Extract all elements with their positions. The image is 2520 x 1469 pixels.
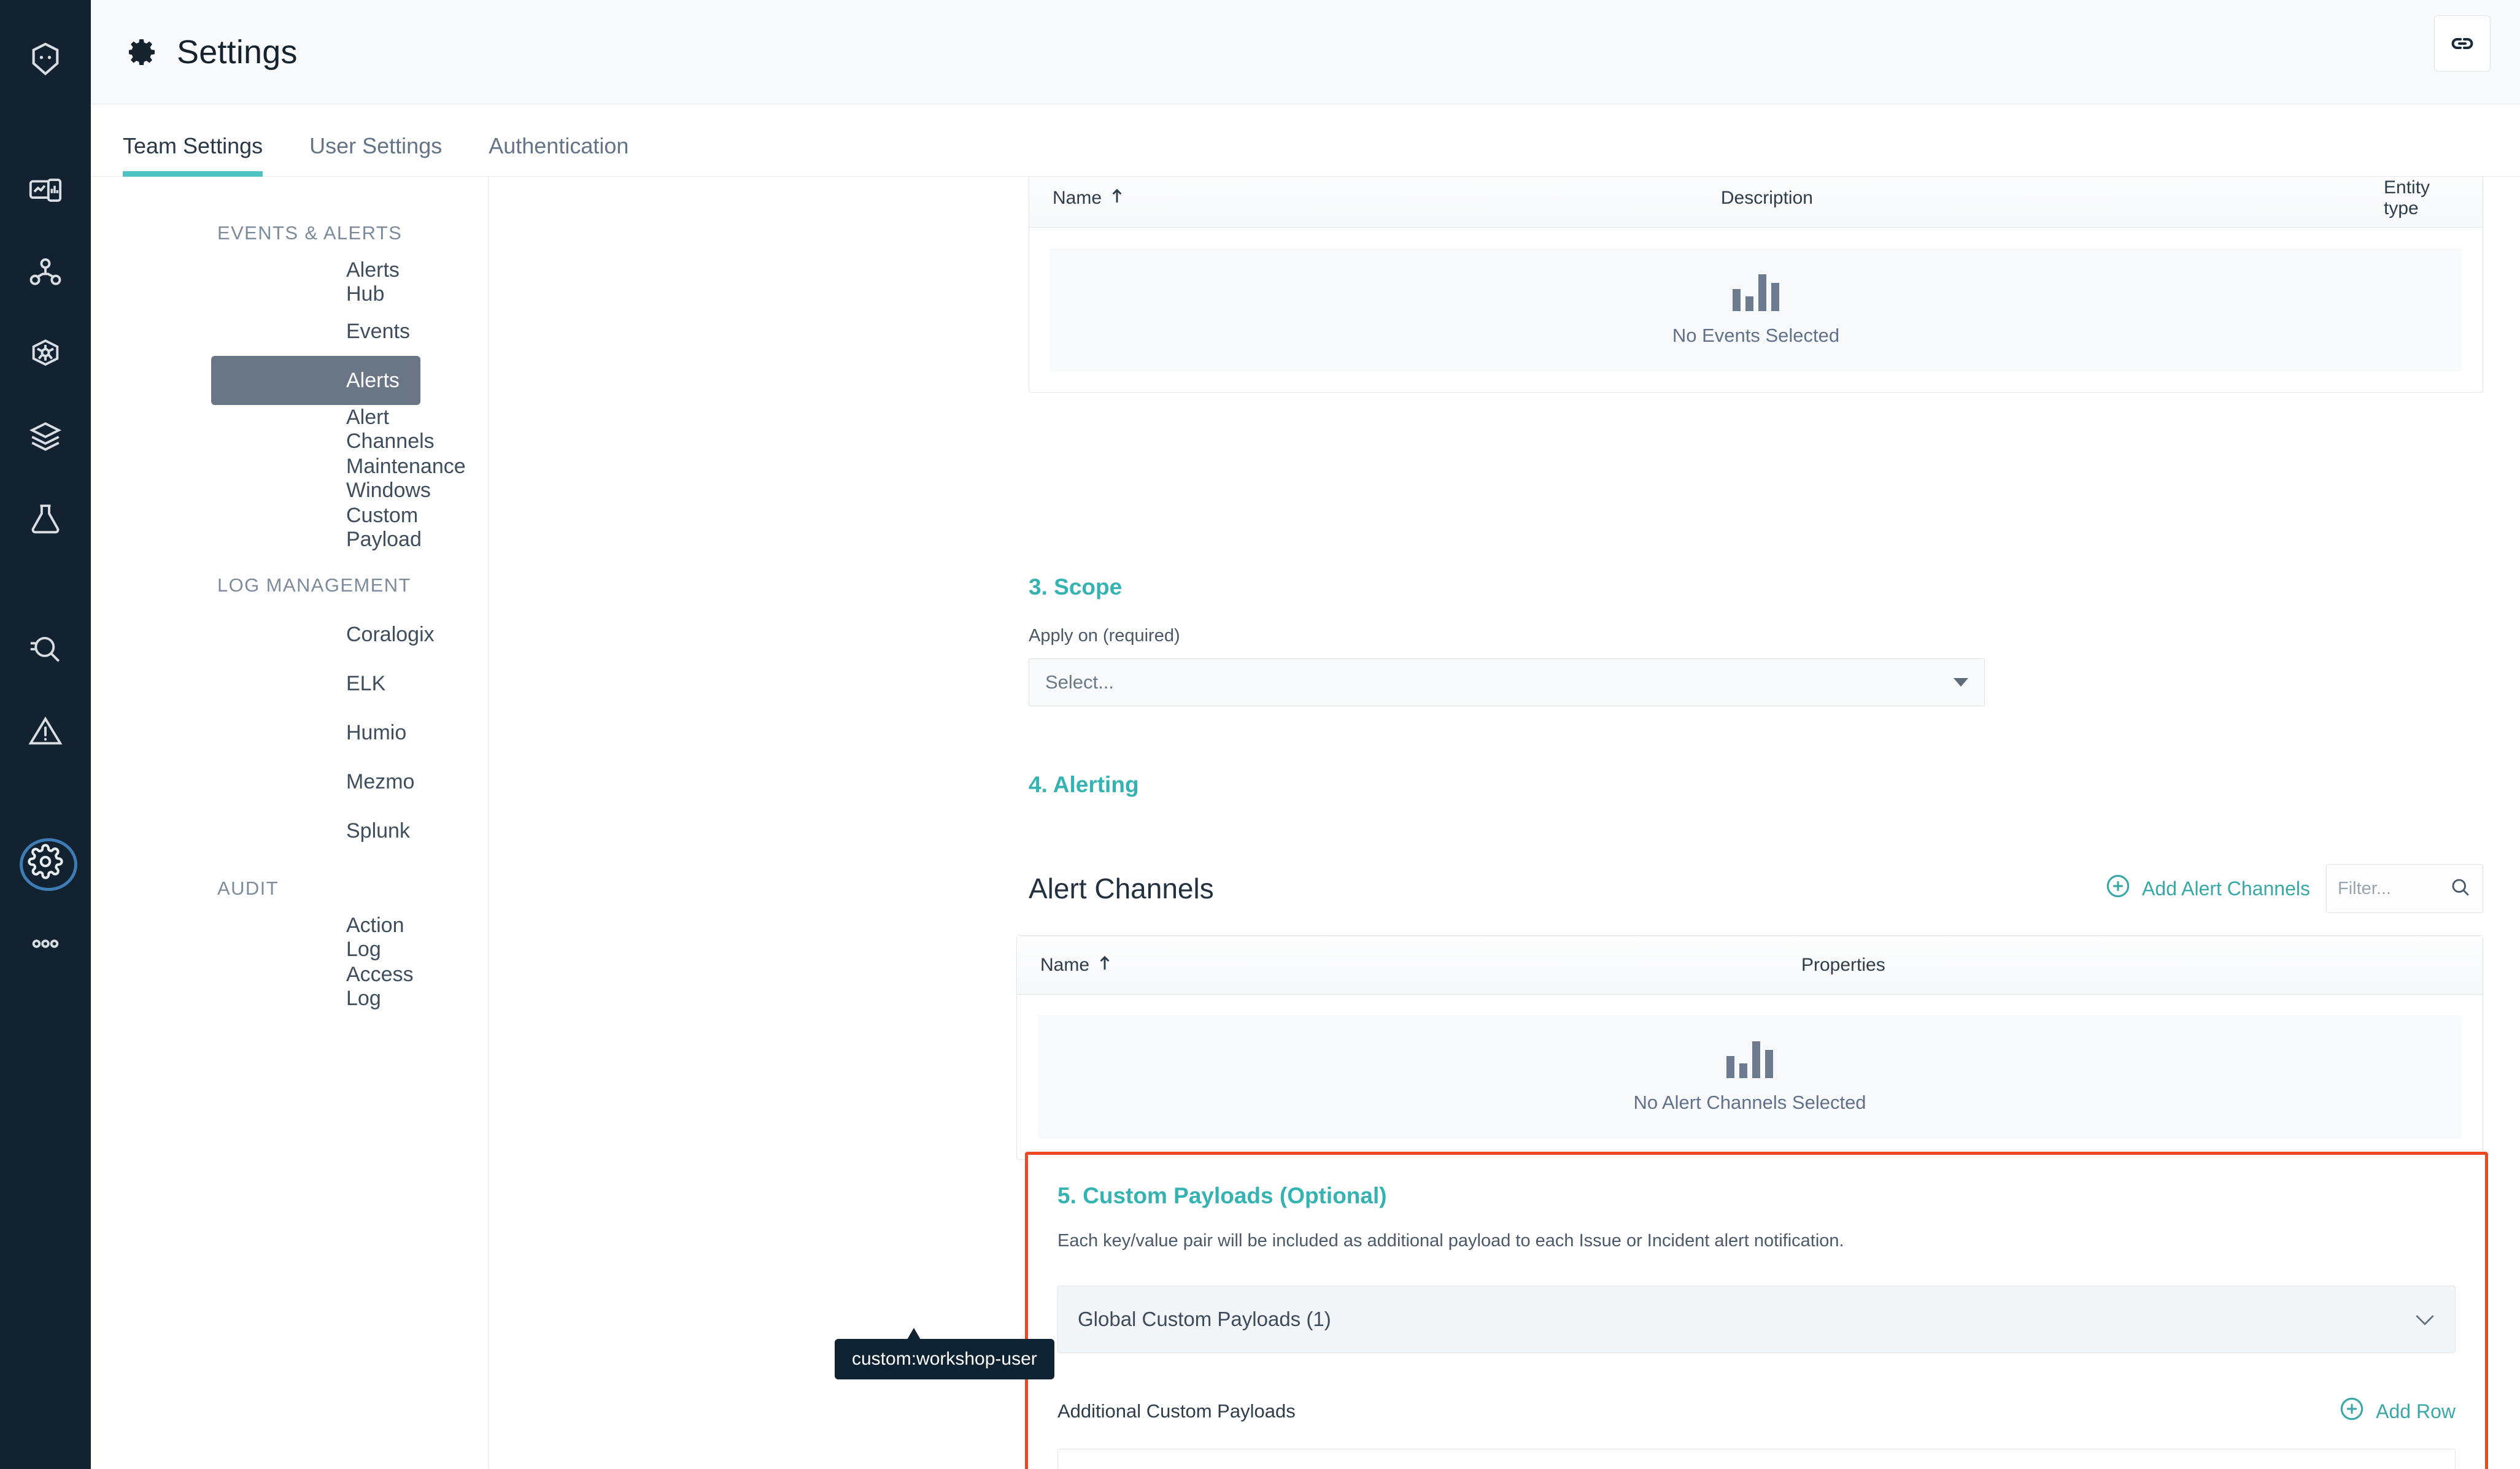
sidebar-item-alerts[interactable]: Alerts: [211, 356, 420, 405]
apply-on-select[interactable]: Select...: [1029, 658, 1985, 706]
plus-circle-icon: [2339, 1396, 2365, 1427]
events-table-header: Name Description Entity type: [1029, 177, 2483, 228]
dashboard-icon[interactable]: [18, 163, 72, 217]
main-region: Settings Team Settings User Settings Aut…: [91, 0, 2520, 1469]
custom-payloads-inner: 5. Custom Payloads (Optional) Each key/v…: [1028, 1155, 2485, 1469]
bar-chart-icon: [1726, 1040, 1773, 1078]
scope-heading: 3. Scope: [1029, 574, 1123, 600]
chevron-down-icon: [2414, 1308, 2435, 1330]
additional-custom-payloads-label: Additional Custom Payloads: [1057, 1400, 1296, 1422]
events-table: Name Description Entity type No Events S…: [1029, 177, 2483, 393]
global-custom-payloads-accordion[interactable]: Global Custom Payloads (1): [1057, 1286, 2456, 1353]
add-row-button[interactable]: Add Row: [2339, 1396, 2456, 1427]
app-window: Settings Team Settings User Settings Aut…: [0, 0, 2520, 1469]
alert-channels-header: Alert Channels Add Alert Channels Filter…: [1029, 864, 2520, 913]
alert-channels-table: Name Properties No Alert Channels Select…: [1016, 935, 2483, 1160]
sort-asc-icon: [1098, 955, 1111, 976]
tab-user-settings[interactable]: User Settings: [309, 133, 442, 176]
events-col-description: Description: [1720, 187, 1813, 208]
apply-on-label: Apply on (required): [1029, 626, 1180, 646]
bar-chart-icon: [1733, 273, 1779, 311]
settings-sidebar: EVENTS & ALERTS Alerts Hub Events Alerts…: [91, 177, 489, 1469]
more-dots-icon[interactable]: [18, 917, 72, 971]
flask-icon[interactable]: [18, 492, 72, 546]
add-row-label: Add Row: [2376, 1400, 2456, 1422]
alert-channels-empty-label: No Alert Channels Selected: [1633, 1092, 1866, 1113]
payload-col-key: Key: [1058, 1467, 1850, 1469]
custom-payloads-table: Key Value custom: workshop-user <your-na…: [1057, 1449, 2456, 1469]
sidebar-item-action-log[interactable]: Action Log: [211, 913, 420, 962]
events-empty-label: No Events Selected: [1672, 325, 1840, 346]
warning-triangle-icon[interactable]: [18, 704, 72, 758]
plus-circle-icon: [2105, 873, 2131, 904]
custom-payloads-table-header: Key Value: [1058, 1449, 2455, 1469]
settings-tabs: Team Settings User Settings Authenticati…: [91, 104, 2520, 177]
global-nav-rail: [0, 0, 91, 1469]
key-tooltip: custom:workshop-user: [835, 1328, 1054, 1379]
sidebar-item-coralogix[interactable]: Coralogix: [211, 610, 435, 659]
content-row: EVENTS & ALERTS Alerts Hub Events Alerts…: [91, 177, 2520, 1469]
sidebar-group-audit: AUDIT: [217, 877, 279, 899]
custom-payloads-section: 5. Custom Payloads (Optional) Each key/v…: [1025, 1152, 2488, 1469]
tab-authentication[interactable]: Authentication: [489, 133, 628, 176]
alerting-heading: 4. Alerting: [1029, 772, 1139, 797]
global-custom-payloads-label: Global Custom Payloads (1): [1078, 1308, 1331, 1330]
filter-placeholder: Filter...: [2338, 878, 2392, 898]
alert-channels-empty-state: No Alert Channels Selected: [1038, 1016, 2462, 1138]
alert-channels-title: Alert Channels: [1029, 873, 1214, 904]
search-icon[interactable]: [2449, 876, 2472, 901]
sidebar-item-splunk[interactable]: Splunk: [211, 806, 420, 855]
caret-down-icon: [1954, 678, 1968, 687]
sidebar-item-access-log[interactable]: Access Log: [211, 962, 420, 1011]
sidebar-item-maintenance-windows[interactable]: Maintenance Windows: [211, 454, 466, 503]
events-table-body: No Events Selected: [1029, 228, 2483, 392]
additional-custom-payloads-header: Additional Custom Payloads Add Row: [1057, 1396, 2456, 1427]
channels-col-properties: Properties: [1801, 954, 1885, 975]
link-icon[interactable]: [2434, 15, 2491, 72]
alert-form: Name Description Entity type No Events S…: [489, 177, 2520, 1469]
channels-col-name[interactable]: Name: [1040, 955, 1801, 976]
search-analyze-icon[interactable]: [18, 622, 72, 676]
apply-on-value: Select...: [1045, 671, 1114, 693]
payload-col-value: Value: [1850, 1467, 1896, 1469]
sidebar-group-log-management: LOG MANAGEMENT: [217, 574, 411, 596]
services-icon[interactable]: [18, 245, 72, 299]
alert-channels-table-header: Name Properties: [1017, 936, 2483, 995]
top-bar: Settings: [91, 0, 2520, 104]
sidebar-item-elk[interactable]: ELK: [211, 659, 420, 708]
sidebar-item-alert-channels[interactable]: Alert Channels: [211, 405, 435, 454]
stack-icon[interactable]: [18, 410, 72, 464]
sidebar-group-events-alerts: EVENTS & ALERTS: [217, 222, 403, 244]
kubernetes-icon[interactable]: [18, 328, 72, 382]
sidebar-item-humio[interactable]: Humio: [211, 708, 420, 757]
events-col-name[interactable]: Name: [1053, 188, 1721, 209]
add-alert-channels-button[interactable]: Add Alert Channels: [2105, 873, 2310, 904]
events-col-name-label: Name: [1053, 187, 1102, 208]
add-alert-channels-label: Add Alert Channels: [2142, 877, 2310, 900]
page-title-group: Settings: [123, 33, 298, 71]
alert-channels-table-body: No Alert Channels Selected: [1017, 995, 2483, 1159]
events-col-entity-type: Entity type: [2384, 177, 2430, 218]
custom-payloads-heading: 5. Custom Payloads (Optional): [1057, 1183, 1387, 1208]
channels-col-name-label: Name: [1040, 954, 1090, 975]
gear-icon: [123, 33, 161, 71]
sort-asc-icon: [1110, 188, 1124, 209]
sidebar-item-events[interactable]: Events: [211, 307, 420, 356]
tab-team-settings[interactable]: Team Settings: [123, 133, 263, 177]
robot-logo-icon[interactable]: [18, 32, 72, 86]
events-empty-state: No Events Selected: [1050, 249, 2462, 371]
sidebar-item-custom-payload[interactable]: Custom Payload: [211, 503, 422, 552]
gear-icon[interactable]: [18, 835, 77, 891]
alert-channels-filter[interactable]: Filter...: [2326, 864, 2483, 913]
sidebar-item-mezmo[interactable]: Mezmo: [211, 757, 420, 806]
sidebar-item-alerts-hub[interactable]: Alerts Hub: [211, 258, 420, 307]
page-title: Settings: [177, 33, 298, 71]
alerting-section: 4. Alerting Alert Channels Add Alert Cha…: [489, 772, 2520, 1160]
custom-payloads-description: Each key/value pair will be included as …: [1057, 1231, 1844, 1251]
alert-channels-actions: Add Alert Channels Filter...: [2105, 864, 2483, 913]
scope-section: 3. Scope Apply on (required) Select...: [489, 574, 2520, 706]
